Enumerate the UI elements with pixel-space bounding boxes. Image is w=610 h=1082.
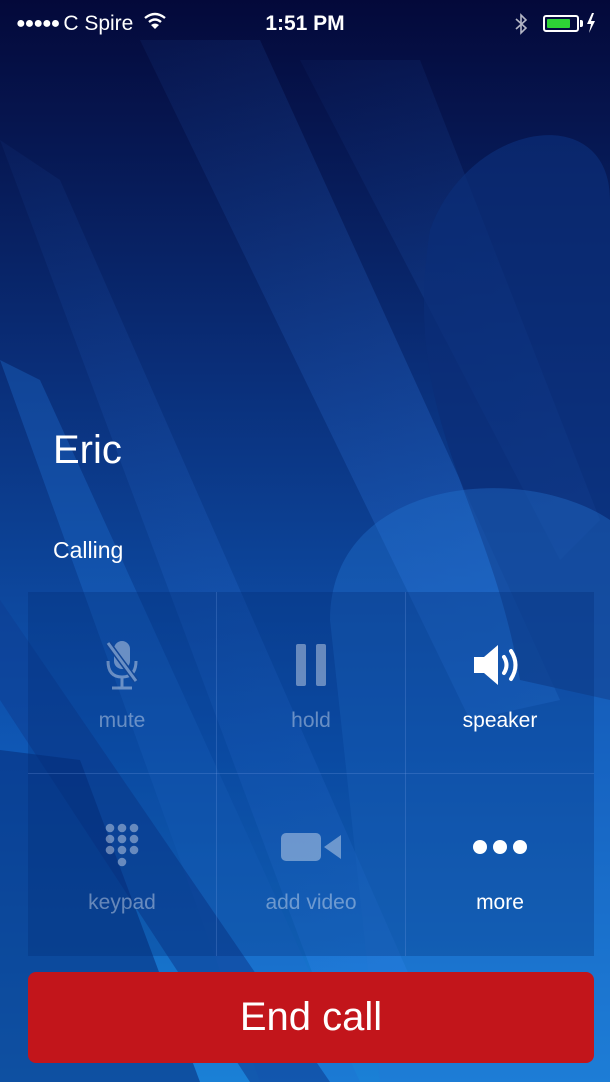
status-bar: ●●●●● C Spire 1:51 PM	[0, 0, 610, 48]
video-camera-icon	[217, 817, 405, 877]
hold-label: hold	[291, 709, 331, 732]
battery-nub	[580, 20, 583, 27]
charging-icon	[586, 13, 596, 38]
pause-icon	[217, 635, 405, 695]
battery-icon	[543, 15, 579, 32]
add-video-label: add video	[265, 891, 357, 914]
speaker-label: speaker	[462, 709, 538, 732]
caller-name: Eric	[53, 428, 122, 472]
microphone-slash-icon	[28, 635, 216, 695]
add-video-button[interactable]: add video	[217, 774, 405, 955]
keypad-icon	[28, 817, 216, 877]
call-controls-grid: mute hold speaker keypad add video more	[28, 592, 594, 956]
more-icon	[406, 817, 594, 877]
mute-label: mute	[98, 709, 146, 732]
speaker-button[interactable]: speaker	[406, 592, 594, 773]
more-label: more	[476, 891, 524, 914]
speaker-icon	[406, 635, 594, 695]
battery-level	[547, 19, 571, 28]
mute-button[interactable]: mute	[28, 592, 216, 773]
keypad-button[interactable]: keypad	[28, 774, 216, 955]
call-status: Calling	[53, 537, 124, 563]
keypad-label: keypad	[88, 891, 156, 914]
end-call-button[interactable]: End call	[28, 972, 594, 1063]
bluetooth-icon	[514, 12, 528, 41]
hold-button[interactable]: hold	[217, 592, 405, 773]
more-button[interactable]: more	[406, 774, 594, 955]
